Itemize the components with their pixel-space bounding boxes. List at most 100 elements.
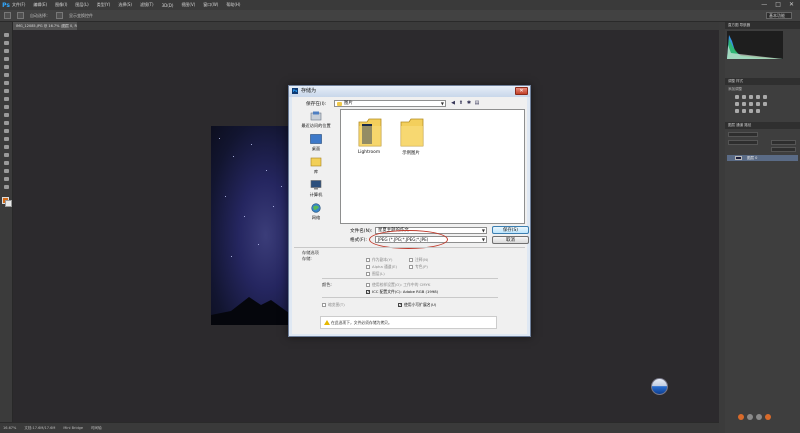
gradient-tool-icon[interactable] — [3, 120, 10, 126]
maximize-button[interactable]: □ — [775, 1, 781, 8]
place-computer[interactable]: 计算机 — [293, 178, 339, 202]
lowercase-extension-checkbox[interactable]: ✓ 使用小写扩展名(U) — [398, 302, 436, 308]
alpha-channels-checkbox[interactable]: Alpha 通道(E) — [366, 264, 397, 270]
places-bar: 最近访问的位置 桌面 库 计算机 网络 — [293, 109, 339, 224]
tools-panel — [0, 22, 13, 422]
marquee-tool-icon[interactable] — [3, 40, 10, 46]
quick-select-tool-icon[interactable] — [3, 56, 10, 62]
menu-layer[interactable]: 图层(L) — [75, 2, 88, 8]
cancel-button[interactable]: 取消 — [492, 236, 529, 244]
menu-image[interactable]: 图像(I) — [55, 2, 67, 8]
file-list[interactable]: Lightroom 示例图片 — [340, 109, 525, 224]
histogram-curve — [727, 35, 783, 59]
background-color-swatch[interactable] — [5, 200, 12, 207]
crop-tool-icon[interactable] — [3, 64, 10, 70]
blur-tool-icon[interactable] — [3, 128, 10, 134]
view-menu-icon[interactable]: ▤ — [474, 100, 480, 106]
as-copy-checkbox[interactable]: 作为副本(Y) — [366, 257, 392, 263]
tray-app-icon[interactable] — [747, 414, 753, 420]
move-tool-icon[interactable] — [3, 32, 10, 38]
place-library[interactable]: 库 — [293, 155, 339, 179]
hand-tool-icon[interactable] — [3, 176, 10, 182]
tray-app-icon[interactable] — [756, 414, 762, 420]
clone-stamp-tool-icon[interactable] — [3, 96, 10, 102]
zoom-level[interactable]: 16.67% — [3, 426, 16, 430]
network-icon — [311, 203, 321, 213]
spot-colors-checkbox[interactable]: 专色(P) — [409, 264, 428, 270]
use-proof-setup-checkbox[interactable]: 使用校样设置(O): 工作中的 CMYK — [366, 282, 430, 288]
shape-tool-icon[interactable] — [3, 168, 10, 174]
thumbnail-checkbox[interactable]: 缩览图(T) — [322, 302, 345, 308]
dialog-close-button[interactable]: ✕ — [515, 87, 528, 95]
dialog-body: 保存在(I): 图片 ▼ ◀ ⬆ ✱ ▤ 最近访问的位置 桌面 库 计算机 网络… — [292, 97, 529, 334]
path-select-tool-icon[interactable] — [3, 160, 10, 166]
auto-select-checkbox[interactable] — [17, 12, 24, 19]
adjustment-icons-row-2[interactable] — [735, 102, 767, 106]
floating-ball-widget-icon[interactable] — [651, 378, 668, 395]
icc-profile-checkbox[interactable]: ✓ ICC 配置文件(C): Adobe RGB (1998) — [366, 289, 438, 295]
layers-panel-tabs[interactable]: 图层 通道 路径 — [725, 122, 800, 129]
adjustments-hint: 添加调整 — [728, 87, 742, 91]
save-in-select[interactable]: 图片 ▼ — [334, 100, 446, 107]
file-item-lightroom[interactable]: Lightroom — [349, 116, 389, 166]
dialog-title-bar[interactable]: Ps 存储为 ✕ — [289, 86, 530, 97]
save-in-value: 图片 — [344, 101, 353, 106]
up-folder-icon[interactable]: ⬆ — [458, 100, 464, 106]
filename-label: 文件名(N): — [350, 229, 373, 234]
new-folder-icon[interactable]: ✱ — [466, 100, 472, 106]
place-recent[interactable]: 最近访问的位置 — [293, 109, 339, 133]
menu-select[interactable]: 选择(S) — [118, 2, 132, 8]
options-separator — [322, 297, 498, 298]
file-item-sample-pictures[interactable]: 示例图片 — [391, 116, 431, 166]
opacity-field[interactable] — [771, 140, 796, 145]
minimize-button[interactable]: — — [761, 1, 767, 8]
place-desktop[interactable]: 桌面 — [293, 132, 339, 156]
healing-brush-tool-icon[interactable] — [3, 80, 10, 86]
menu-view[interactable]: 视图(V) — [181, 2, 195, 8]
menu-type[interactable]: 类型(Y) — [97, 2, 111, 8]
menu-help[interactable]: 帮助(H) — [226, 2, 240, 8]
chevron-down-icon: ▼ — [481, 228, 485, 233]
dodge-tool-icon[interactable] — [3, 136, 10, 142]
history-brush-tool-icon[interactable] — [3, 104, 10, 110]
auto-select-label: 自动选择： — [30, 12, 50, 18]
adjustment-icons-row-3[interactable] — [735, 109, 760, 113]
type-tool-icon[interactable] — [3, 152, 10, 158]
brush-tool-icon[interactable] — [3, 88, 10, 94]
eyedropper-tool-icon[interactable] — [3, 72, 10, 78]
back-icon[interactable]: ◀ — [450, 100, 456, 106]
layers-checkbox[interactable]: 图层(L) — [366, 271, 385, 277]
lasso-tool-icon[interactable] — [3, 48, 10, 54]
night-sky-photo — [211, 126, 289, 325]
fill-field[interactable] — [771, 147, 796, 152]
close-window-button[interactable]: ✕ — [789, 1, 794, 8]
tray-app-icon[interactable] — [765, 414, 771, 420]
move-tool-preset[interactable] — [4, 12, 11, 19]
notes-checkbox[interactable]: 注释(N) — [409, 257, 428, 263]
pen-tool-icon[interactable] — [3, 144, 10, 150]
document-tab[interactable]: IMG_12085.JPG @ 16.7% (图层 0, RGB/8) — [13, 22, 77, 30]
warning-message: 在此选项下，文件必须存储为拷贝。 — [320, 316, 497, 329]
adjustment-icons-row-1[interactable] — [735, 95, 767, 99]
save-button[interactable]: 保存(S) — [492, 226, 529, 234]
eraser-tool-icon[interactable] — [3, 112, 10, 118]
timeline-tab[interactable]: 时间轴 — [91, 426, 102, 431]
workspace-select[interactable]: 基本功能 — [766, 12, 792, 19]
photoshop-small-icon: Ps — [292, 88, 298, 94]
menu-window[interactable]: 窗口(W) — [203, 2, 218, 8]
blend-mode-select[interactable] — [728, 140, 758, 145]
menu-file[interactable]: 文件(F) — [12, 2, 25, 8]
menu-edit[interactable]: 编辑(E) — [33, 2, 47, 8]
menu-filter[interactable]: 滤镜(T) — [140, 2, 154, 8]
adjustments-panel-tabs[interactable]: 调整 样式 — [725, 78, 800, 85]
transform-controls-checkbox[interactable] — [56, 12, 63, 19]
histogram-panel-tabs[interactable]: 直方图 导航器 — [725, 22, 800, 29]
layer-filter-select[interactable] — [728, 132, 758, 137]
menu-3d[interactable]: 3D(D) — [162, 3, 174, 8]
mini-bridge-tab[interactable]: Mini Bridge — [63, 426, 83, 430]
layer-row[interactable]: 图层 0 — [727, 155, 798, 161]
tray-app-icon[interactable] — [738, 414, 744, 420]
place-network[interactable]: 网络 — [293, 201, 339, 225]
storage-label: 存储: — [302, 256, 312, 261]
zoom-tool-icon[interactable] — [3, 184, 10, 190]
